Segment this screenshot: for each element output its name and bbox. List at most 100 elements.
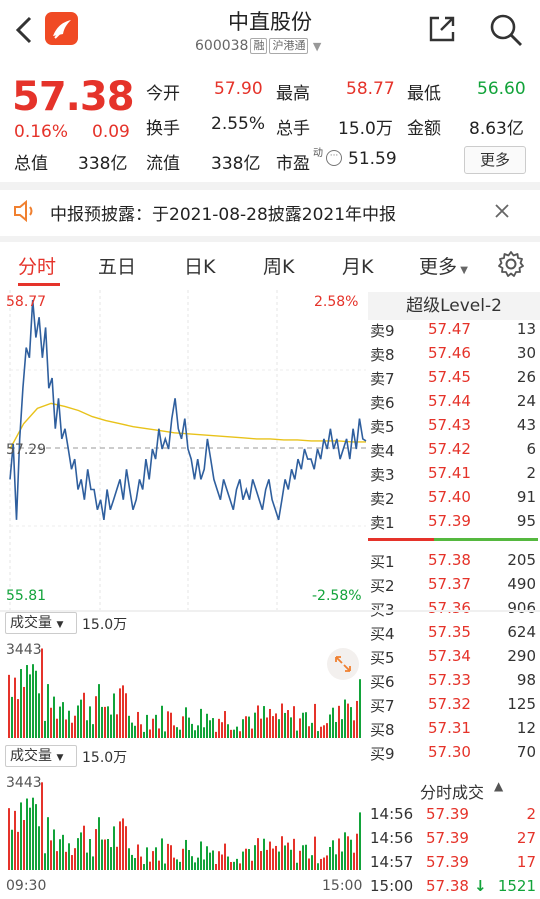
volume-bar xyxy=(332,707,334,738)
volume-bar xyxy=(305,712,307,738)
volume-bar xyxy=(14,677,16,738)
ask-level: 卖6 xyxy=(370,394,395,412)
volume-bar xyxy=(269,841,271,870)
tab-daily-k[interactable]: 日K xyxy=(184,252,215,279)
volume-bar xyxy=(152,851,154,870)
search-icon[interactable] xyxy=(488,12,524,48)
volume-bar xyxy=(143,731,145,738)
dropdown-caret-icon[interactable]: ▼ xyxy=(313,40,321,53)
trade-time: 14:57 xyxy=(370,853,414,871)
volume-indicator-select-2[interactable]: 成交量 ▼ xyxy=(5,745,77,767)
volume-bar xyxy=(26,665,28,738)
stock-code-line: 600038 融沪港通 ▼ xyxy=(195,38,321,54)
ask-row[interactable]: 卖8 57.46 30 xyxy=(370,342,538,366)
bid-row[interactable]: 买8 57.31 12 xyxy=(370,717,538,741)
trade-direction: ↓ xyxy=(474,877,487,895)
settings-gear-icon[interactable] xyxy=(497,250,525,278)
volume-bar xyxy=(62,702,64,738)
bid-row[interactable]: 买3 57.36 906 xyxy=(370,597,538,621)
ask-row[interactable]: 卖2 57.40 91 xyxy=(370,486,538,510)
volume-bar xyxy=(323,857,325,870)
volume-bar xyxy=(29,674,31,738)
ask-price: 57.43 xyxy=(428,416,471,434)
trades-header[interactable]: 分时成交 ▲ xyxy=(368,777,540,803)
volume-bar xyxy=(119,821,121,870)
volume-bar xyxy=(299,850,301,870)
volume-bar xyxy=(245,716,247,738)
volume-bar xyxy=(92,724,94,738)
notice-text[interactable]: 中报预披露：于2021-08-28披露2021年中报 xyxy=(50,200,396,225)
info-icon[interactable]: ··· xyxy=(326,150,342,166)
volume-bar xyxy=(116,714,118,738)
ask-price: 57.44 xyxy=(428,392,471,410)
volume-bar xyxy=(158,728,160,738)
bid-volume: 290 xyxy=(507,647,536,665)
volume-bar xyxy=(44,720,46,738)
volume-bar xyxy=(251,860,253,870)
ask-row[interactable]: 卖9 57.47 13 xyxy=(370,318,538,342)
volume-bar xyxy=(290,717,292,738)
bid-row[interactable]: 买9 57.30 70 xyxy=(370,741,538,765)
caret-down-icon: ▼ xyxy=(56,753,64,763)
chart-high-label: 58.77 xyxy=(6,294,47,310)
ask-row[interactable]: 卖3 57.41 2 xyxy=(370,462,538,486)
tab-weekly-k[interactable]: 周K xyxy=(263,252,294,279)
volume-bar xyxy=(146,847,148,870)
volume-bar xyxy=(167,843,169,870)
volume-bar xyxy=(134,725,136,738)
intraday-chart[interactable] xyxy=(0,290,368,610)
trade-time: 14:56 xyxy=(370,805,414,823)
volume-bar xyxy=(245,848,247,870)
level2-title[interactable]: 超级Level-2 xyxy=(368,292,540,320)
volume-bar xyxy=(149,729,151,738)
volume-bar xyxy=(119,688,121,738)
bid-row[interactable]: 买5 57.34 290 xyxy=(370,645,538,669)
tab-monthly-k[interactable]: 月K xyxy=(342,252,373,279)
share-icon[interactable] xyxy=(425,12,459,46)
volume-bar xyxy=(101,706,103,738)
bid-row[interactable]: 买2 57.37 490 xyxy=(370,573,538,597)
ask-row[interactable]: 卖6 57.44 24 xyxy=(370,390,538,414)
bid-row[interactable]: 买7 57.32 125 xyxy=(370,693,538,717)
bid-row[interactable]: 买4 57.35 624 xyxy=(370,621,538,645)
bid-level: 买8 xyxy=(370,721,395,739)
ask-price: 57.39 xyxy=(428,512,471,530)
expand-button[interactable] xyxy=(327,648,359,680)
ask-level: 卖1 xyxy=(370,514,395,532)
bid-ratio-bar xyxy=(434,538,538,541)
volume-bar xyxy=(224,843,226,870)
volume-bar xyxy=(209,720,211,738)
close-icon[interactable] xyxy=(494,203,510,219)
caret-down-icon: ▼ xyxy=(457,265,468,276)
volume-bar xyxy=(29,807,31,870)
volume-bar xyxy=(212,718,214,738)
more-quote-button[interactable]: 更多 xyxy=(464,146,526,174)
total-value-label: 总值 xyxy=(14,154,48,174)
volume-bar xyxy=(179,861,181,870)
ask-row[interactable]: 卖4 57.42 6 xyxy=(370,438,538,462)
volume-bar xyxy=(227,724,229,738)
ask-row[interactable]: 卖7 57.45 26 xyxy=(370,366,538,390)
caret-down-icon: ▼ xyxy=(56,620,64,630)
tab-five-day[interactable]: 五日 xyxy=(98,252,136,279)
trade-price: 57.38 xyxy=(426,877,469,895)
volume-bar xyxy=(41,648,43,738)
ask-row[interactable]: 卖1 57.39 95 xyxy=(370,510,538,534)
ask-row[interactable]: 卖5 57.43 43 xyxy=(370,414,538,438)
bid-row[interactable]: 买1 57.38 205 xyxy=(370,549,538,573)
volume-bar xyxy=(68,843,70,870)
quote-value: 2.55% xyxy=(211,114,266,134)
volume-indicator-select[interactable]: 成交量 ▼ xyxy=(5,612,77,634)
volume-bar xyxy=(284,712,286,738)
volume-bar xyxy=(137,711,139,738)
bid-row[interactable]: 买6 57.33 98 xyxy=(370,669,538,693)
volume-bar xyxy=(161,838,163,870)
tab-more[interactable]: 更多 ▼ xyxy=(419,252,468,279)
volume-bar xyxy=(191,723,193,738)
volume-bar xyxy=(116,846,118,870)
volume-bar xyxy=(65,719,67,738)
trade-volume: 2 xyxy=(526,805,536,823)
volume-bar xyxy=(254,845,256,870)
tab-intraday[interactable]: 分时 xyxy=(18,252,56,279)
volume-bar xyxy=(155,847,157,870)
